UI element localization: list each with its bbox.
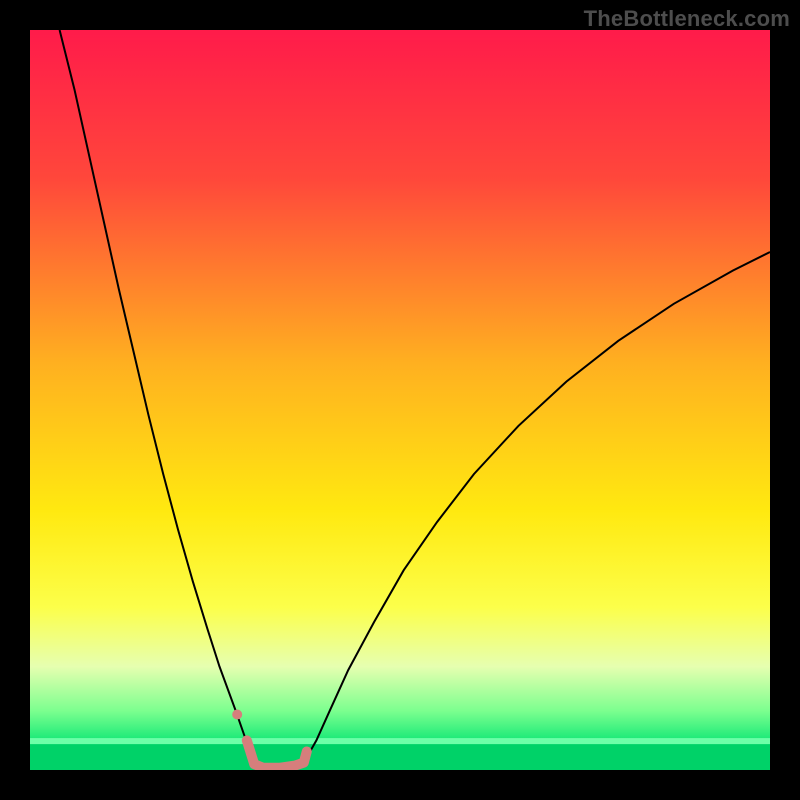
watermark-text: TheBottleneck.com	[584, 6, 790, 32]
plot-svg	[30, 30, 770, 770]
green-strip	[30, 744, 770, 770]
green-strip-highlight	[30, 738, 770, 744]
plot-area	[30, 30, 770, 770]
highlight-dot	[232, 710, 242, 720]
gradient-background	[30, 30, 770, 770]
chart-frame: TheBottleneck.com	[0, 0, 800, 800]
